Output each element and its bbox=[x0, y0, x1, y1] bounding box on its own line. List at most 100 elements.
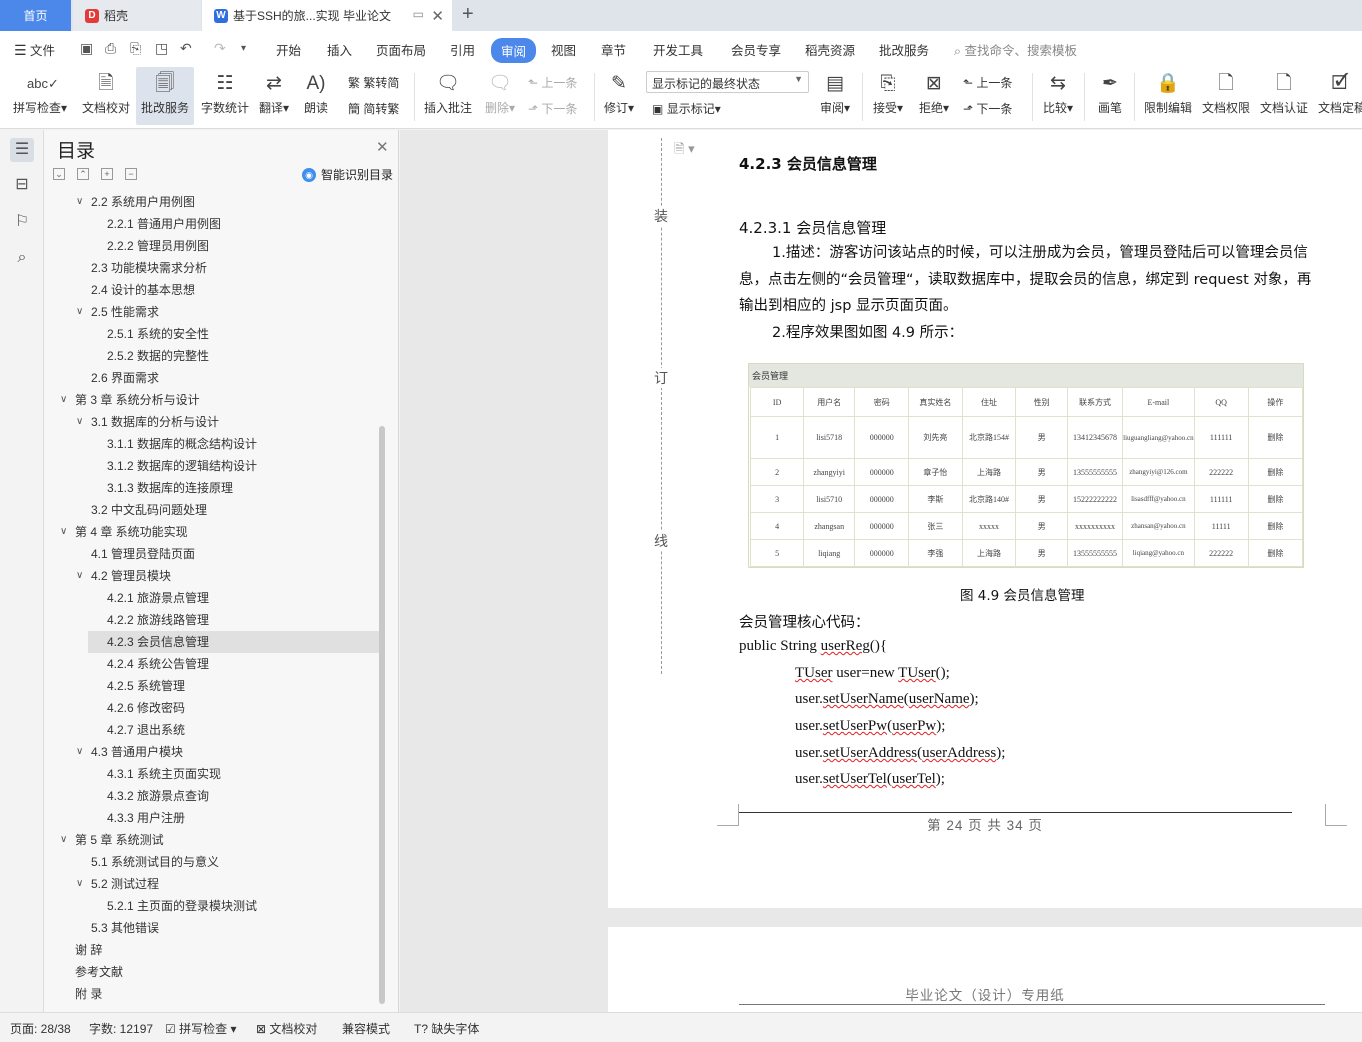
toc-item[interactable]: ∨ 第 5 章 系统测试 bbox=[44, 829, 380, 851]
markup-state-select[interactable]: 显示标记的最终状态 ▼ bbox=[646, 71, 809, 93]
toc-item[interactable]: 2.6 界面需求 bbox=[44, 367, 380, 389]
toc-item[interactable]: ∨ 5.2 测试过程 bbox=[44, 873, 380, 895]
chapter-panel-icon[interactable]: ⊟ bbox=[10, 173, 34, 197]
chevron-down-icon[interactable]: ∨ bbox=[76, 741, 83, 763]
simp-to-trad-button[interactable]: 簡 简转繁 bbox=[348, 100, 399, 117]
toc-item[interactable]: 2.2.2 管理员用例图 bbox=[44, 235, 380, 257]
bookmark-icon[interactable]: ⚐ bbox=[10, 210, 34, 234]
toc-panel-icon[interactable]: ☰ bbox=[10, 138, 34, 162]
document-final-button[interactable]: 🗹 文档定稿 bbox=[1318, 67, 1362, 125]
menu-correction[interactable]: 批改服务 bbox=[879, 40, 929, 59]
menu-daoke-resources[interactable]: 稻壳资源 bbox=[805, 40, 855, 59]
page-indicator[interactable]: 页面: 28/38 bbox=[10, 1020, 71, 1037]
toc-item[interactable]: ∨ 2.2 系统用户用例图 bbox=[44, 191, 380, 213]
toc-item[interactable]: 2.4 设计的基本思想 bbox=[44, 279, 380, 301]
toc-item[interactable]: 附 录 bbox=[44, 983, 380, 1005]
track-changes-button[interactable]: ✎ 修订▾ bbox=[600, 67, 638, 125]
toc-item[interactable]: 4.2.7 退出系统 bbox=[44, 719, 380, 741]
toc-item[interactable]: 参考文献 bbox=[44, 961, 380, 983]
save-icon[interactable]: ▣ bbox=[80, 40, 93, 57]
toc-item[interactable]: 3.1.2 数据库的逻辑结构设计 bbox=[44, 455, 380, 477]
toc-item[interactable]: ∨ 4.2 管理员模块 bbox=[44, 565, 380, 587]
delete-link[interactable]: 删除 bbox=[1247, 416, 1304, 459]
next-comment-button[interactable]: ⬏ 下一条 bbox=[528, 100, 577, 117]
accept-button[interactable]: ⎘ 接受▾ bbox=[868, 67, 908, 125]
toc-item[interactable]: 4.3.3 用户注册 bbox=[44, 807, 380, 829]
delete-link[interactable]: 删除 bbox=[1247, 485, 1304, 513]
collapse-all-icon[interactable]: ⌄ bbox=[53, 168, 65, 180]
toc-item[interactable]: ∨ 2.5 性能需求 bbox=[44, 301, 380, 323]
correction-service-button[interactable]: 🗐 批改服务 bbox=[136, 67, 194, 125]
toc-item[interactable]: 4.2.6 修改密码 bbox=[44, 697, 380, 719]
pin-icon[interactable]: ▭ bbox=[413, 7, 424, 21]
menu-start[interactable]: 开始 bbox=[276, 40, 301, 59]
search-icon[interactable]: ⌕ bbox=[10, 246, 34, 270]
tab-daoke[interactable]: D 稻壳 bbox=[73, 0, 201, 31]
toc-item[interactable]: 3.1.3 数据库的连接原理 bbox=[44, 477, 380, 499]
chevron-down-icon[interactable]: ∨ bbox=[76, 565, 83, 587]
delete-link[interactable]: 删除 bbox=[1247, 539, 1304, 567]
menu-review[interactable]: 审阅 bbox=[491, 38, 537, 63]
chevron-down-icon[interactable]: ∨ bbox=[76, 873, 83, 895]
chevron-down-icon[interactable]: ∨ bbox=[60, 829, 67, 851]
status-proofread[interactable]: ⊠ 文档校对 bbox=[256, 1020, 317, 1037]
toc-item[interactable]: 4.2.5 系统管理 bbox=[44, 675, 380, 697]
trad-to-simp-button[interactable]: 繁 繁转简 bbox=[348, 74, 399, 91]
redo-icon[interactable]: ↷ bbox=[214, 40, 226, 57]
close-icon[interactable]: ✕ bbox=[431, 7, 444, 25]
smart-toc-button[interactable]: ◉ 智能识别目录 bbox=[302, 166, 393, 183]
read-aloud-button[interactable]: A) 朗读 bbox=[298, 67, 334, 125]
compare-button[interactable]: ⇆ 比较▾ bbox=[1038, 67, 1078, 125]
menu-references[interactable]: 引用 bbox=[450, 40, 475, 59]
menu-layout[interactable]: 页面布局 bbox=[376, 40, 426, 59]
missing-font-button[interactable]: T? 缺失字体 bbox=[414, 1020, 479, 1037]
toc-item-selected[interactable]: 4.2.3 会员信息管理 bbox=[88, 631, 380, 653]
paragraph-menu-icon[interactable]: 🗎 ▾ bbox=[674, 140, 695, 162]
show-markup-button[interactable]: ▣ 显示标记▾ bbox=[652, 100, 721, 117]
toc-item[interactable]: 5.1 系统测试目的与意义 bbox=[44, 851, 380, 873]
toc-item[interactable]: 2.5.1 系统的安全性 bbox=[44, 323, 380, 345]
word-count[interactable]: 字数: 12197 bbox=[89, 1020, 153, 1037]
expand-up-icon[interactable]: ⌃ bbox=[77, 168, 89, 180]
close-icon[interactable]: ✕ bbox=[376, 138, 389, 156]
word-count-button[interactable]: ☷ 字数统计 bbox=[198, 67, 252, 125]
remove-entry-icon[interactable]: − bbox=[125, 168, 137, 180]
toc-item[interactable]: ∨ 4.3 普通用户模块 bbox=[44, 741, 380, 763]
chevron-down-icon[interactable]: ∨ bbox=[76, 191, 83, 213]
print-icon[interactable]: ⎘ bbox=[130, 40, 141, 57]
add-tab-button[interactable]: + bbox=[462, 3, 474, 26]
status-spell-check[interactable]: ☑ 拼写检查 ▾ bbox=[165, 1020, 236, 1037]
chevron-down-icon[interactable]: ▾ bbox=[241, 43, 246, 54]
toc-scrollbar[interactable] bbox=[379, 426, 385, 1004]
toc-item[interactable]: 4.3.1 系统主页面实现 bbox=[44, 763, 380, 785]
chevron-down-icon[interactable]: ∨ bbox=[60, 521, 67, 543]
toc-item[interactable]: ∨ 第 4 章 系统功能实现 bbox=[44, 521, 380, 543]
menu-member[interactable]: 会员专享 bbox=[731, 40, 781, 59]
toc-item[interactable]: 4.2.4 系统公告管理 bbox=[44, 653, 380, 675]
proofread-button[interactable]: 🗎 文档校对 bbox=[78, 67, 134, 125]
chevron-down-icon[interactable]: ∨ bbox=[76, 411, 83, 433]
print-preview-icon[interactable]: ◳ bbox=[155, 40, 168, 57]
document-cert-button[interactable]: 🗋 文档认证 bbox=[1258, 67, 1310, 125]
menu-view[interactable]: 视图 bbox=[551, 40, 576, 59]
next-change-button[interactable]: ⬏ 下一条 bbox=[963, 100, 1012, 117]
export-pdf-icon[interactable]: ⎙ bbox=[105, 40, 116, 57]
review-pane-button[interactable]: ▤ 审阅▾ bbox=[815, 67, 855, 125]
tab-home[interactable]: 首页 bbox=[0, 0, 71, 31]
spell-check-button[interactable]: abc✓ 拼写检查▾ bbox=[8, 67, 72, 125]
toc-item[interactable]: ∨ 3.1 数据库的分析与设计 bbox=[44, 411, 380, 433]
toc-item[interactable]: 4.2.2 旅游线路管理 bbox=[44, 609, 380, 631]
chevron-down-icon[interactable]: ∨ bbox=[60, 389, 67, 411]
command-search[interactable]: ⌕ 查找命令、搜索模板 bbox=[954, 40, 1077, 59]
menu-devtools[interactable]: 开发工具 bbox=[653, 40, 703, 59]
toc-item[interactable]: ∨ 第 3 章 系统分析与设计 bbox=[44, 389, 380, 411]
add-entry-icon[interactable]: + bbox=[101, 168, 113, 180]
toc-item[interactable]: 4.2.1 旅游景点管理 bbox=[44, 587, 380, 609]
reject-button[interactable]: ⊠ 拒绝▾ bbox=[914, 67, 954, 125]
insert-comment-button[interactable]: 🗨 插入批注 bbox=[420, 67, 476, 125]
tab-document[interactable]: W 基于SSH的旅...实现 毕业论文 ▭ ✕ bbox=[202, 0, 452, 31]
menu-section[interactable]: 章节 bbox=[601, 40, 626, 59]
file-menu[interactable]: ☰ 文件 bbox=[14, 40, 55, 59]
menu-insert[interactable]: 插入 bbox=[327, 40, 352, 59]
pen-button[interactable]: ✒ 画笔 bbox=[1092, 67, 1128, 125]
